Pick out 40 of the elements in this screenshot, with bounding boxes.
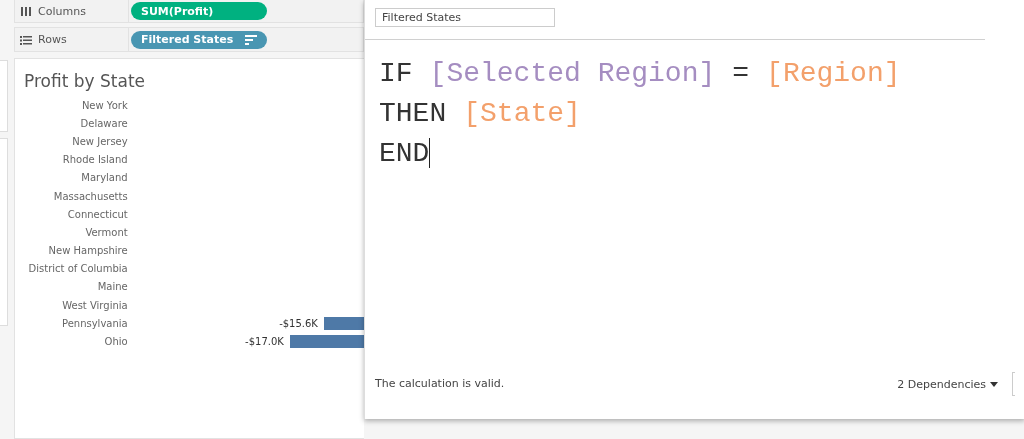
- formula-parameter: [Selected Region]: [429, 57, 716, 89]
- side-panel: [0, 60, 8, 132]
- state-label: Connecticut: [66, 208, 128, 220]
- rows-icon: [20, 33, 32, 46]
- field-pill[interactable]: SUM(Profit): [131, 2, 267, 20]
- calculation-name-field[interactable]: Filtered States: [375, 8, 555, 27]
- state-label: District of Columbia: [27, 263, 128, 275]
- value-label: -$17.0K: [245, 336, 284, 348]
- columns-icon: [20, 5, 32, 17]
- chart-title: Profit by State: [24, 71, 145, 93]
- formula-field: [Region]: [766, 57, 901, 89]
- bar: [323, 316, 364, 330]
- shelf-label: Columns: [38, 4, 86, 18]
- formula-field: [State]: [463, 97, 581, 129]
- state-label: Delaware: [79, 117, 128, 129]
- formula-editor[interactable]: IF [Selected Region] = [Region] THEN [State] END: [365, 40, 1024, 367]
- state-label: New York: [80, 99, 128, 111]
- state-label: Maine: [96, 281, 128, 293]
- formula-keyword: =: [732, 57, 750, 89]
- value-label: -$15.6K: [279, 317, 318, 329]
- formula-keyword: END: [379, 137, 430, 169]
- caret-icon: [990, 381, 998, 387]
- shelf-label: Rows: [38, 33, 67, 46]
- formula-keyword: IF: [379, 57, 413, 89]
- formula-keyword: THEN: [379, 97, 447, 129]
- state-label: Pennsylvania: [60, 317, 128, 329]
- field-pill[interactable]: Filtered States: [131, 30, 267, 49]
- shelf-drop-area[interactable]: SUM(Profit): [129, 0, 363, 22]
- state-label: Rhode Island: [61, 154, 128, 166]
- shelf-drop-area[interactable]: Filtered States: [129, 28, 363, 51]
- validation-message: The calculation is valid.: [375, 377, 506, 390]
- dependencies-dropdown[interactable]: 2 Dependencies: [897, 377, 998, 391]
- state-label: Ohio: [103, 336, 128, 348]
- state-label: Vermont: [84, 226, 128, 238]
- text-cursor: [429, 138, 431, 168]
- state-label: Maryland: [80, 172, 128, 184]
- state-label: Massachusetts: [52, 190, 128, 202]
- state-label: New Jersey: [71, 135, 128, 147]
- state-label: West Virginia: [61, 299, 128, 311]
- state-label: New Hampshire: [47, 245, 128, 257]
